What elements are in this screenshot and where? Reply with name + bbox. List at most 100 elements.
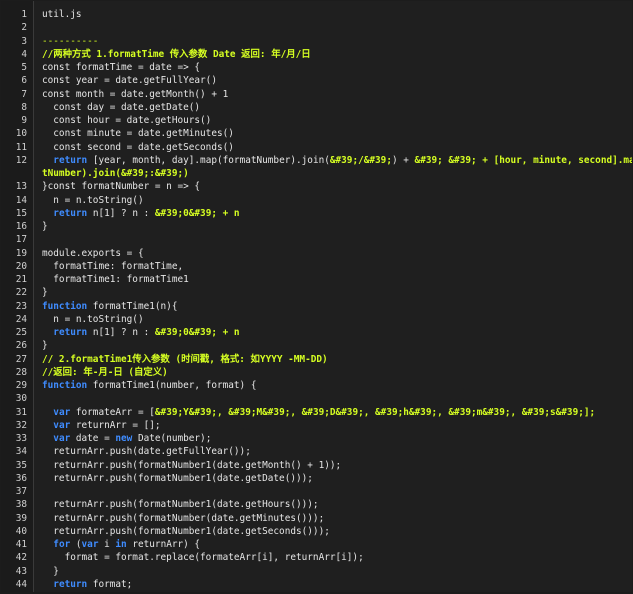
line-number: 36: [15, 472, 27, 484]
code-line[interactable]: 1 util.js: [21, 8, 632, 21]
code-line[interactable]: 13}const formatNumber = n => {: [16, 180, 632, 193]
line-number: 12: [15, 154, 27, 166]
line-number: 20: [15, 260, 27, 272]
code-line[interactable]: 14 n = n.toString(): [16, 194, 632, 207]
code-line[interactable]: }: [42, 591, 632, 592]
keyword-token: function: [42, 300, 88, 312]
code-token: format;: [87, 578, 133, 590]
line-number: 44: [15, 578, 27, 590]
code-line[interactable]: 40 returnArr.push(formatNumber1(date.get…: [16, 525, 632, 538]
code-line[interactable]: 39 returnArr.push(formatNumber(date.getM…: [16, 512, 632, 525]
code-token: Date(number);: [132, 433, 212, 444]
code-line[interactable]: 26}: [16, 339, 632, 352]
code-line[interactable]: 24 n = n.toString(): [16, 313, 632, 326]
code-token: formatTime: formatTime,: [42, 260, 184, 272]
line-number: 26: [15, 340, 27, 352]
code-line[interactable]: 38 returnArr.push(formatNumber1(date.get…: [16, 498, 632, 511]
code-editor[interactable]: 1 util.js 2 3 ---------- 4 //两种方式 1.formatTime…: [1, 1, 632, 592]
line-number: 2: [21, 22, 27, 34]
code-line[interactable]: 10 const minute = date.getMinutes(): [16, 127, 632, 140]
code-token: n[1] ? n :: [87, 207, 155, 219]
line-number: 41: [15, 539, 27, 550]
keyword-token: return: [53, 207, 88, 219]
code-token: formatTime1(number, format) {: [87, 380, 257, 391]
code-line[interactable]: 9 const hour = date.getHours(): [21, 114, 632, 127]
code-line[interactable]: 3 ----------: [21, 35, 632, 48]
string-token: &#39;0&#39; + n: [154, 207, 240, 219]
keyword-token: var: [53, 419, 71, 431]
code-line[interactable]: 21 formatTime1: formatTime1: [16, 273, 632, 286]
keyword-token: return: [53, 578, 88, 590]
code-line[interactable]: 19 module.exports = {: [16, 247, 632, 260]
code-line[interactable]: 37: [16, 485, 632, 498]
code-line[interactable]: 31 var formateArr = [&#39;Y&#39;, &#39;M…: [16, 406, 632, 419]
code-token: formateArr = [: [70, 406, 155, 418]
code-line[interactable]: 17: [16, 233, 632, 246]
code-line[interactable]: 34 returnArr.push(date.getFullYear());: [16, 445, 632, 458]
code-line[interactable]: 35 returnArr.push(formatNumber1(date.get…: [16, 459, 632, 472]
keyword-token: var: [81, 539, 99, 550]
code-token: formatTime1: formatTime1: [42, 274, 189, 285]
code-token: const minute = date.getMinutes(): [42, 128, 234, 140]
code-token: n = n.toString(): [42, 194, 144, 206]
line-number: 4: [21, 48, 27, 60]
code-line[interactable]: 25 return n[1] ? n : &#39;0&#39; + n: [16, 326, 632, 339]
line-number: 39: [15, 512, 27, 524]
code-token: returnArr.push(date.getFullYear());: [42, 446, 251, 458]
line-number: 28: [15, 366, 27, 378]
keyword-token: function: [42, 380, 88, 391]
code-line[interactable]: 32 var returnArr = [];: [16, 419, 632, 432]
code-area[interactable]: 1 util.js 2 3 ---------- 4 //两种方式 1.formatTime…: [16, 8, 632, 592]
code-line[interactable]: 5 const formatTime = date => {: [21, 61, 632, 74]
code-line[interactable]: 33 var date = new Date(number);: [16, 432, 632, 445]
line-number: 22: [15, 287, 27, 299]
code-line[interactable]: tNumber).join(&#39;:&#39;): [42, 167, 632, 180]
code-line[interactable]: 23 function formatTime1(n){: [16, 300, 632, 313]
code-line[interactable]: 36 returnArr.push(formatNumber1(date.get…: [16, 472, 632, 485]
code-line[interactable]: 11 const second = date.getSeconds(): [16, 141, 632, 154]
line-number: 37: [15, 486, 27, 497]
code-line[interactable]: 44 return format;: [16, 578, 632, 591]
code-line[interactable]: 6 const year = date.getFullYear(): [21, 74, 632, 87]
line-number: 38: [15, 499, 27, 511]
keyword-token: return: [53, 327, 88, 338]
line-number: 29: [15, 380, 27, 391]
code-line[interactable]: 16}: [16, 220, 632, 233]
code-token: date =: [70, 433, 116, 444]
code-line[interactable]: 2: [21, 21, 632, 34]
code-line[interactable]: 41 for (var i in returnArr) {: [16, 538, 632, 551]
comment-token: // 2.formatTime1传入参数 (时间戳, 格式: 如YYYY -MM…: [42, 353, 328, 365]
code-line[interactable]: 30: [16, 392, 632, 405]
code-token: returnArr = [];: [70, 419, 161, 431]
line-number: 3: [21, 35, 27, 47]
code-line[interactable]: 12 return [year, month, day].map(formatN…: [16, 154, 632, 167]
code-line[interactable]: 28 //返回: 年-月-日 (自定义): [16, 366, 632, 379]
code-token: returnArr.push(formatNumber1(date.getHou…: [42, 499, 319, 511]
code-token: i: [98, 539, 116, 550]
keyword-token: var: [53, 433, 71, 444]
code-line[interactable]: 8 const day = date.getDate(): [21, 101, 632, 114]
code-token: n = n.toString(): [42, 313, 144, 325]
keyword-token: var: [53, 406, 71, 418]
code-line[interactable]: 15 return n[1] ? n : &#39;0&#39; + n: [16, 207, 632, 220]
line-number: 31: [15, 406, 27, 418]
line-number: 32: [15, 419, 27, 431]
code-line[interactable]: 43 }: [16, 565, 632, 578]
code-line[interactable]: 4 //两种方式 1.formatTime 传入参数 Date 返回: 年/月/日: [21, 48, 632, 61]
code-line[interactable]: 22}: [16, 286, 632, 299]
code-line[interactable]: 42 format = format.replace(formateArr[i]…: [16, 551, 632, 564]
code-token: formatTime1(n){: [87, 300, 178, 312]
code-token: }: [42, 340, 48, 352]
code-line[interactable]: 7 const month = date.getMonth() + 1: [21, 88, 632, 101]
code-token: n[1] ? n :: [87, 327, 155, 338]
code-token: returnArr.push(formatNumber(date.getMinu…: [42, 512, 325, 524]
code-line[interactable]: 27 // 2.formatTime1传入参数 (时间戳, 格式: 如YYYY -…: [16, 353, 632, 366]
string-token: + [hour, minute, second].map(forma: [482, 154, 632, 166]
code-line[interactable]: 29 function formatTime1(number, format) {: [16, 379, 632, 392]
comment-token: //返回: 年-月-日 (自定义): [42, 366, 168, 378]
code-line[interactable]: 20 formatTime: formatTime,: [16, 260, 632, 273]
